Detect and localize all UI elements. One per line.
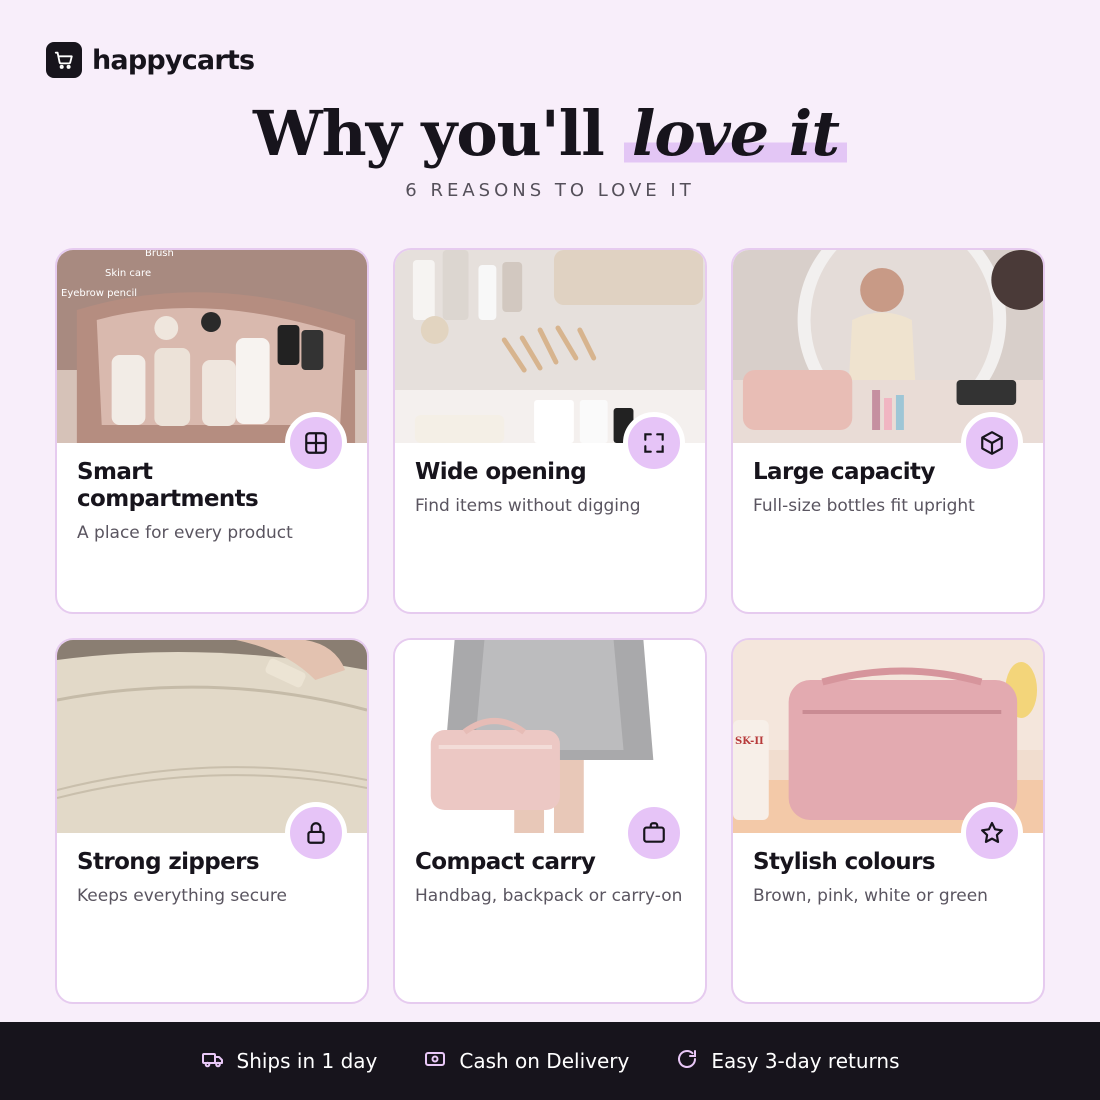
feature-description: Full-size bottles fit upright [753, 496, 975, 516]
feature-title: Stylish colours [753, 849, 936, 875]
photo-label-sk-ii: SK-II [735, 736, 764, 747]
feature-title: Large capacity [753, 459, 935, 485]
footer-shipping: Ships in 1 day [201, 1047, 378, 1075]
footer-shipping-label: Ships in 1 day [236, 1049, 378, 1073]
photo-label-skin-care: Skin care [105, 268, 152, 279]
feature-title: Strong zippers [77, 849, 260, 875]
brand-name: happycarts [92, 44, 255, 76]
cart-icon [46, 42, 82, 78]
feature-card-compact-carry: Compact carry Handbag, backpack or carry… [393, 638, 707, 1004]
truck-icon [201, 1047, 225, 1075]
feature-title: Compact carry [415, 849, 596, 875]
feature-description: Find items without digging [415, 496, 641, 516]
headline-text: Why you'll [252, 97, 605, 170]
subheading: 6 REASONS TO LOVE IT [405, 180, 695, 201]
feature-card-large-capacity: Large capacity Full-size bottles fit upr… [731, 248, 1045, 614]
feature-description: Keeps everything secure [77, 886, 287, 906]
cash-icon [423, 1047, 447, 1075]
feature-title: Smart compartments [77, 459, 259, 512]
headline-accent: love it [623, 97, 847, 170]
photo-label-eyebrow-pencil: Eyebrow pencil [61, 288, 137, 299]
footer-cash: Cash on Delivery [423, 1047, 629, 1075]
features-grid: Brush Skin care Eyebrow pencil Smart com… [55, 248, 1045, 1004]
footer-cash-label: Cash on Delivery [459, 1049, 630, 1073]
feature-description: Brown, pink, white or green [753, 886, 988, 906]
photo-label-brush: Brush [145, 250, 174, 259]
feature-description: Handbag, backpack or carry-on [415, 886, 683, 906]
footer-bar: Ships in 1 day Cash on Delivery Easy 3-d… [0, 1022, 1100, 1100]
feature-card-wide-opening: Wide opening Find items without digging [393, 248, 707, 614]
footer-returns-label: Easy 3-day returns [711, 1049, 900, 1073]
footer-returns: Easy 3-day returns [675, 1047, 900, 1075]
refresh-icon [675, 1047, 699, 1075]
feature-card-smart-compartments: Brush Skin care Eyebrow pencil Smart com… [55, 248, 369, 614]
feature-card-strong-zippers: Strong zippers Keeps everything secure [55, 638, 369, 1004]
feature-description: A place for every product [77, 523, 293, 543]
feature-card-stylish-colours: SK-II Stylish colours Brown, pink, white… [731, 638, 1045, 1004]
brand[interactable]: happycarts [46, 42, 255, 78]
headline: Why you'll love it [0, 96, 1100, 172]
feature-title: Wide opening [415, 459, 587, 485]
